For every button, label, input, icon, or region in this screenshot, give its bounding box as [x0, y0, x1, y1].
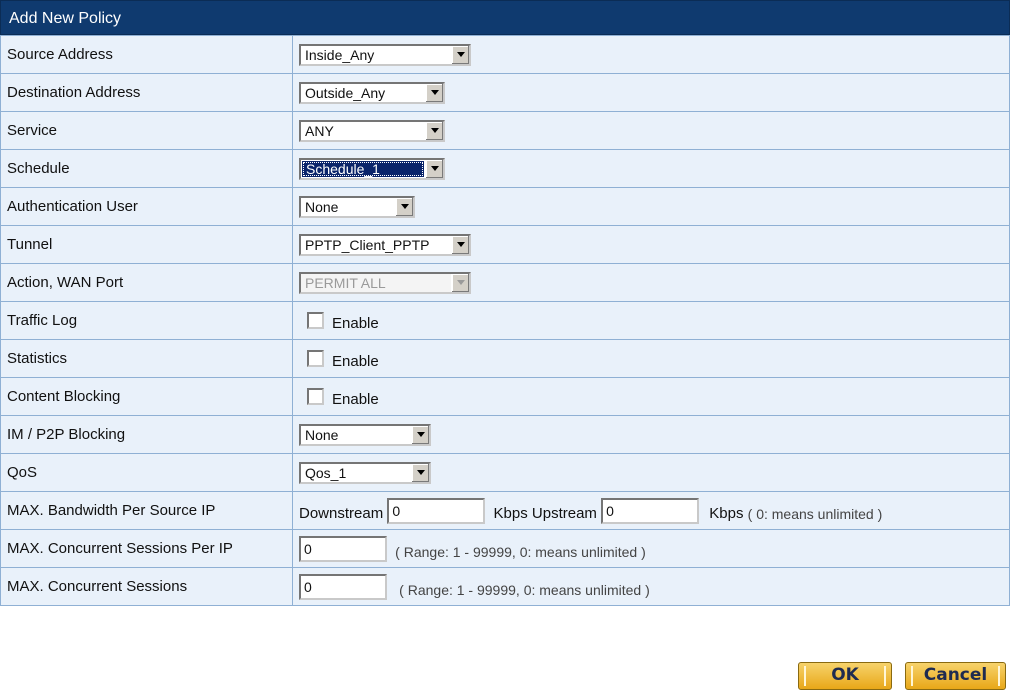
destination-address-label: Destination Address [0, 73, 293, 112]
sessions-per-ip-note: ( Range: 1 - 99999, 0: means unlimited ) [395, 543, 646, 560]
row-action: Action, WAN Port PERMIT ALL [0, 263, 1010, 302]
chevron-down-icon[interactable] [425, 83, 443, 102]
row-content-blocking: Content Blocking Enable [0, 377, 1010, 416]
bandwidth-label: MAX. Bandwidth Per Source IP [0, 491, 293, 530]
statistics-enable-label: Enable [332, 353, 379, 371]
sessions-note: ( Range: 1 - 99999, 0: means unlimited ) [399, 581, 650, 598]
service-label: Service [0, 111, 293, 150]
traffic-log-enable-label: Enable [332, 315, 379, 333]
chevron-down-icon [451, 273, 469, 292]
traffic-log-checkbox[interactable] [307, 312, 324, 330]
sessions-label: MAX. Concurrent Sessions [0, 567, 293, 606]
sessions-input[interactable]: 0 [299, 573, 387, 600]
content-blocking-label: Content Blocking [0, 377, 293, 416]
chevron-down-icon[interactable] [411, 425, 429, 444]
auth-user-select[interactable]: None [299, 195, 415, 218]
ok-button[interactable]: OK [798, 662, 892, 690]
service-select[interactable]: ANY [299, 119, 445, 142]
im-p2p-select[interactable]: None [299, 423, 431, 446]
content-blocking-enable-label: Enable [332, 391, 379, 409]
bandwidth-note: ( 0: means unlimited ) [747, 505, 883, 522]
qos-label: QoS [0, 453, 293, 492]
cancel-button[interactable]: Cancel [905, 662, 1006, 690]
sessions-per-ip-input[interactable]: 0 [299, 535, 387, 562]
im-p2p-label: IM / P2P Blocking [0, 415, 293, 454]
downstream-input[interactable]: 0 [387, 497, 486, 524]
action-label: Action, WAN Port [0, 263, 293, 302]
destination-address-select[interactable]: Outside_Any [299, 81, 445, 104]
chevron-down-icon[interactable] [425, 159, 443, 178]
row-auth-user: Authentication User None [0, 187, 1010, 226]
policy-form: Source Address Inside_Any Destination Ad… [0, 35, 1010, 606]
row-source-address: Source Address Inside_Any [0, 35, 1010, 74]
sessions-per-ip-label: MAX. Concurrent Sessions Per IP [0, 529, 293, 568]
row-sessions-per-ip: MAX. Concurrent Sessions Per IP 0 ( Rang… [0, 529, 1010, 568]
row-destination-address: Destination Address Outside_Any [0, 73, 1010, 112]
tunnel-select[interactable]: PPTP_Client_PPTP [299, 233, 471, 256]
action-select: PERMIT ALL [299, 271, 471, 294]
row-bandwidth: MAX. Bandwidth Per Source IP Downstream … [0, 491, 1010, 530]
downstream-label: Downstream [299, 505, 384, 522]
source-address-label: Source Address [0, 35, 293, 74]
content-blocking-checkbox[interactable] [307, 388, 324, 406]
traffic-log-label: Traffic Log [0, 301, 293, 340]
schedule-label: Schedule [0, 149, 293, 188]
source-address-select[interactable]: Inside_Any [299, 43, 471, 66]
chevron-down-icon[interactable] [425, 121, 443, 140]
statistics-checkbox[interactable] [307, 350, 324, 368]
upstream-input[interactable]: 0 [601, 497, 700, 524]
chevron-down-icon[interactable] [451, 45, 469, 64]
row-traffic-log: Traffic Log Enable [0, 301, 1010, 340]
row-im-p2p: IM / P2P Blocking None [0, 415, 1010, 454]
upstream-label: Kbps Upstream [493, 505, 597, 522]
row-tunnel: Tunnel PPTP_Client_PPTP [0, 225, 1010, 264]
tunnel-label: Tunnel [0, 225, 293, 264]
row-sessions: MAX. Concurrent Sessions 0 ( Range: 1 - … [0, 567, 1010, 606]
schedule-select[interactable]: Schedule_1 [299, 157, 445, 180]
row-qos: QoS Qos_1 [0, 453, 1010, 492]
row-service: Service ANY [0, 111, 1010, 150]
statistics-label: Statistics [0, 339, 293, 378]
panel-title: Add New Policy [0, 0, 1010, 35]
kbps-label: Kbps [709, 505, 744, 522]
chevron-down-icon[interactable] [395, 197, 413, 216]
row-schedule: Schedule Schedule_1 [0, 149, 1010, 188]
chevron-down-icon[interactable] [411, 463, 429, 482]
auth-user-label: Authentication User [0, 187, 293, 226]
add-policy-panel: Add New Policy Source Address Inside_Any… [0, 0, 1010, 606]
qos-select[interactable]: Qos_1 [299, 461, 431, 484]
chevron-down-icon[interactable] [451, 235, 469, 254]
row-statistics: Statistics Enable [0, 339, 1010, 378]
